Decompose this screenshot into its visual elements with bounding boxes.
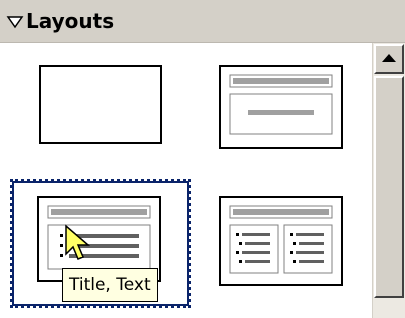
layout-tooltip: Title, Text bbox=[62, 268, 158, 302]
scroll-thumb[interactable] bbox=[374, 76, 404, 298]
triangle-down-icon[interactable] bbox=[6, 14, 24, 30]
layout-title-content[interactable] bbox=[219, 65, 343, 149]
layouts-header[interactable]: Layouts bbox=[0, 0, 405, 43]
section-title: Layouts bbox=[26, 9, 115, 33]
layout-title-content-preview bbox=[229, 74, 333, 135]
layout-blank[interactable] bbox=[39, 65, 162, 144]
layout-title-two-columns-preview bbox=[229, 205, 333, 274]
arrow-up-icon bbox=[382, 54, 396, 62]
layout-title-two-columns[interactable] bbox=[219, 196, 343, 286]
layouts-panel: Layouts Title, Text bbox=[0, 0, 405, 318]
arrow-cursor-icon bbox=[65, 224, 91, 260]
vertical-scrollbar[interactable] bbox=[372, 43, 405, 318]
scroll-up-button[interactable] bbox=[374, 44, 404, 74]
